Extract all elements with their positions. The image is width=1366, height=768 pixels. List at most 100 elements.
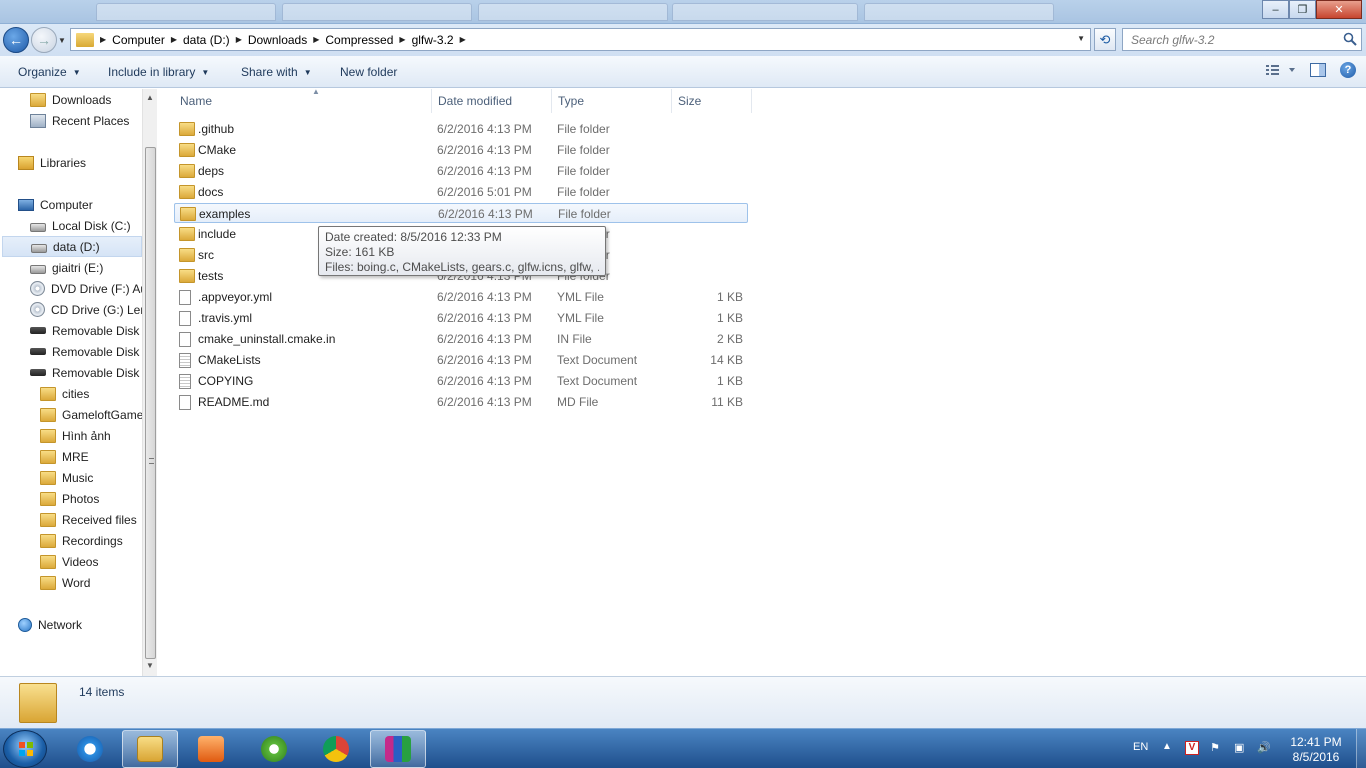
folder-icon bbox=[40, 386, 56, 401]
file-row[interactable]: examples 6/2/2016 4:13 PM File folder bbox=[174, 203, 748, 223]
nav-item-label: cities bbox=[62, 386, 90, 401]
minimize-button[interactable]: – bbox=[1262, 0, 1289, 19]
nav-item[interactable]: MRE bbox=[40, 446, 89, 467]
volume-icon[interactable]: 🔊 bbox=[1257, 741, 1271, 755]
start-button[interactable] bbox=[3, 730, 47, 768]
language-indicator[interactable]: EN bbox=[1133, 741, 1148, 753]
file-row[interactable]: docs 6/2/2016 5:01 PM File folder bbox=[174, 182, 748, 202]
nav-item-label: DVD Drive (F:) Au bbox=[51, 281, 142, 296]
file-row[interactable]: cmake_uninstall.cmake.in 6/2/2016 4:13 PM… bbox=[174, 329, 748, 349]
file-row[interactable]: .github 6/2/2016 4:13 PM File folder bbox=[174, 119, 748, 139]
nav-item[interactable]: Network bbox=[18, 614, 82, 635]
nav-item[interactable]: DVD Drive (F:) Au bbox=[30, 278, 142, 299]
antivirus-icon[interactable]: V bbox=[1185, 741, 1199, 755]
breadcrumb-item[interactable]: Downloads bbox=[248, 33, 307, 47]
breadcrumb-item[interactable]: data (D:) bbox=[183, 33, 230, 47]
taskbar-internet-explorer[interactable] bbox=[62, 730, 118, 768]
nav-item[interactable]: CD Drive (G:) Len bbox=[30, 299, 142, 320]
column-header-type[interactable]: Type bbox=[552, 89, 672, 113]
nav-item[interactable]: Recordings bbox=[40, 530, 123, 551]
details-pane: 14 items bbox=[0, 676, 1366, 728]
close-button[interactable]: ✕ bbox=[1316, 0, 1362, 19]
chevron-down-icon[interactable]: ▼ bbox=[1077, 34, 1085, 43]
show-hidden-icons-icon[interactable]: ▲ bbox=[1162, 741, 1176, 755]
nav-item[interactable]: GameloftGame bbox=[40, 404, 142, 425]
column-header-date[interactable]: Date modified bbox=[432, 89, 552, 113]
help-icon[interactable]: ? bbox=[1340, 62, 1356, 78]
file-row[interactable]: COPYING 6/2/2016 4:13 PM Text Document 1 KB bbox=[174, 371, 748, 391]
nav-item[interactable]: Removable Disk ( bbox=[30, 320, 142, 341]
folder-icon bbox=[40, 575, 56, 590]
file-row[interactable]: .appveyor.yml 6/2/2016 4:13 PM YML File 1 K… bbox=[174, 287, 748, 307]
show-desktop-button[interactable] bbox=[1356, 729, 1366, 768]
new-folder-button[interactable]: New folder bbox=[340, 65, 397, 79]
scrollbar-grip bbox=[149, 458, 154, 464]
scrollbar-thumb[interactable] bbox=[145, 147, 156, 659]
organize-button[interactable]: Organize ▼ bbox=[18, 65, 81, 79]
address-bar[interactable]: ▶ Computer ▶ data (D:) ▶ Downloads ▶ Compressed… bbox=[70, 28, 1091, 51]
removable-icon bbox=[30, 327, 46, 334]
nav-item[interactable]: Removable Disk ( bbox=[30, 362, 142, 383]
file-name: include bbox=[198, 227, 237, 241]
breadcrumb-separator[interactable]: ▶ bbox=[171, 35, 177, 44]
nav-item[interactable]: Computer bbox=[18, 194, 93, 215]
breadcrumb-separator[interactable]: ▶ bbox=[399, 35, 405, 44]
file-row[interactable]: .travis.yml 6/2/2016 4:13 PM YML File 1 KB bbox=[174, 308, 748, 328]
clock[interactable]: 12:41 PM 8/5/2016 bbox=[1284, 735, 1348, 765]
folder-icon bbox=[179, 143, 195, 157]
nav-item[interactable]: Local Disk (C:) bbox=[30, 215, 131, 236]
recent-pages-dropdown[interactable]: ▼ bbox=[58, 36, 66, 45]
navigation-scrollbar[interactable]: ▲ ▼ bbox=[142, 89, 157, 676]
nav-item[interactable]: data (D:) bbox=[2, 236, 142, 257]
nav-item-label: Removable Disk ( bbox=[52, 323, 142, 338]
file-row[interactable]: README.md 6/2/2016 4:13 PM MD File 11 KB bbox=[174, 392, 748, 412]
nav-item[interactable]: Music bbox=[40, 467, 93, 488]
breadcrumb-separator[interactable]: ▶ bbox=[313, 35, 319, 44]
breadcrumb-item[interactable]: Compressed bbox=[325, 33, 393, 47]
folder-icon bbox=[40, 512, 56, 527]
action-center-icon[interactable]: ⚑ bbox=[1210, 741, 1224, 755]
maximize-button[interactable]: ❐ bbox=[1289, 0, 1316, 19]
file-size: 11 KB bbox=[711, 395, 743, 409]
network-icon[interactable]: ▣ bbox=[1234, 741, 1248, 755]
column-header-size[interactable]: Size bbox=[672, 89, 752, 113]
file-row[interactable]: CMakeLists 6/2/2016 4:13 PM Text Document 1… bbox=[174, 350, 748, 370]
nav-item[interactable]: Word bbox=[40, 572, 90, 593]
taskbar-media-player[interactable] bbox=[183, 730, 239, 768]
chevron-down-icon: ▼ bbox=[201, 67, 210, 77]
breadcrumb-separator[interactable]: ▶ bbox=[460, 35, 466, 44]
nav-item[interactable]: Libraries bbox=[18, 152, 86, 173]
back-button[interactable]: ← bbox=[3, 27, 29, 53]
search-input[interactable]: Search glfw-3.2 bbox=[1122, 28, 1362, 51]
breadcrumb-separator[interactable]: ▶ bbox=[100, 35, 106, 44]
breadcrumb-item[interactable]: glfw-3.2 bbox=[412, 33, 454, 47]
nav-item[interactable]: Removable Disk ( bbox=[30, 341, 142, 362]
file-row[interactable]: deps 6/2/2016 4:13 PM File folder bbox=[174, 161, 748, 181]
breadcrumb-separator[interactable]: ▶ bbox=[236, 35, 242, 44]
forward-button[interactable]: → bbox=[31, 27, 57, 53]
change-view-icon[interactable] bbox=[1266, 63, 1296, 77]
refresh-button[interactable]: ⟲ bbox=[1094, 28, 1116, 51]
scroll-down-arrow[interactable]: ▼ bbox=[146, 661, 154, 670]
nav-item[interactable]: giaitri (E:) bbox=[30, 257, 103, 278]
nav-item[interactable]: Downloads bbox=[30, 89, 111, 110]
file-date: 6/2/2016 4:13 PM bbox=[437, 395, 532, 409]
nav-item[interactable]: Videos bbox=[40, 551, 98, 572]
taskbar-winrar[interactable] bbox=[370, 730, 426, 768]
nav-item[interactable]: Received files bbox=[40, 509, 137, 530]
nav-item[interactable]: Hình ảnh bbox=[40, 425, 111, 446]
file-row[interactable]: CMake 6/2/2016 4:13 PM File folder bbox=[174, 140, 748, 160]
breadcrumb-item[interactable]: Computer bbox=[112, 33, 165, 47]
taskbar-chrome[interactable] bbox=[308, 730, 364, 768]
scroll-up-arrow[interactable]: ▲ bbox=[146, 93, 154, 102]
folder-icon bbox=[40, 533, 56, 548]
nav-item[interactable]: Photos bbox=[40, 488, 99, 509]
taskbar-windows-explorer[interactable] bbox=[122, 730, 178, 768]
include-in-library-button[interactable]: Include in library ▼ bbox=[108, 65, 209, 79]
taskbar-coccoc[interactable] bbox=[246, 730, 302, 768]
share-with-button[interactable]: Share with ▼ bbox=[241, 65, 312, 79]
nav-item[interactable]: cities bbox=[40, 383, 89, 404]
nav-item[interactable]: Recent Places bbox=[30, 110, 129, 131]
column-header-name[interactable]: Name ▲ bbox=[174, 87, 432, 113]
preview-pane-icon[interactable] bbox=[1310, 63, 1326, 77]
